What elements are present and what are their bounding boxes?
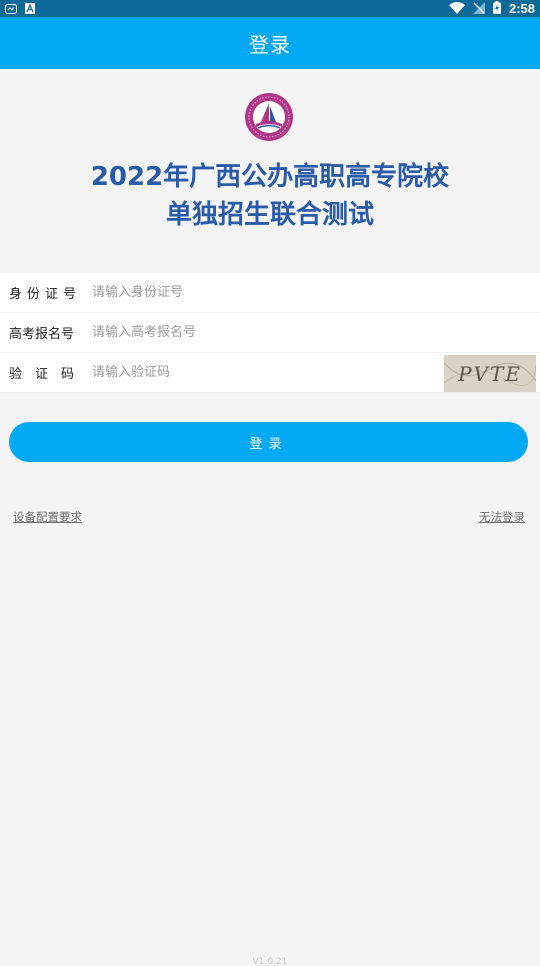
captcha-row: 验证码 PVTE [0, 353, 540, 393]
app-bar: 登录 [0, 17, 540, 69]
id-number-row: 身份证号 [0, 273, 540, 313]
no-sim-icon [472, 0, 485, 18]
id-number-input[interactable] [92, 285, 432, 300]
login-button[interactable]: 登录 [9, 422, 528, 462]
captcha-image[interactable]: PVTE [443, 355, 537, 392]
notification-icon [5, 0, 17, 18]
status-bar: 2:58 [0, 0, 540, 17]
exam-number-row: 高考报名号 [0, 313, 540, 353]
exam-number-input[interactable] [92, 325, 432, 340]
captcha-label: 验证码 [9, 367, 88, 382]
font-icon [25, 0, 35, 18]
status-time: 2:58 [508, 1, 535, 16]
cannot-login-link[interactable]: 无法登录 [479, 509, 525, 525]
captcha-input[interactable] [92, 365, 432, 380]
captcha-text: PVTE [457, 362, 522, 386]
login-form: 身份证号 高考报名号 验证码 PVTE [0, 273, 540, 393]
battery-charging-icon [492, 0, 501, 18]
wifi-icon [448, 0, 465, 18]
exam-number-label: 高考报名号 [9, 327, 75, 342]
version-label: V1.0.21 [252, 957, 288, 966]
id-number-label: 身份证号 [9, 287, 82, 302]
exam-headline: 2022年广西公办高职高专院校 单独招生联合测试 [0, 158, 540, 234]
headline-line-1: 2022年广西公办高职高专院校 [90, 162, 450, 192]
school-logo [244, 92, 294, 142]
device-requirements-link[interactable]: 设备配置要求 [13, 509, 82, 525]
page-title: 登录 [249, 32, 291, 57]
headline-line-2: 单独招生联合测试 [165, 200, 374, 230]
